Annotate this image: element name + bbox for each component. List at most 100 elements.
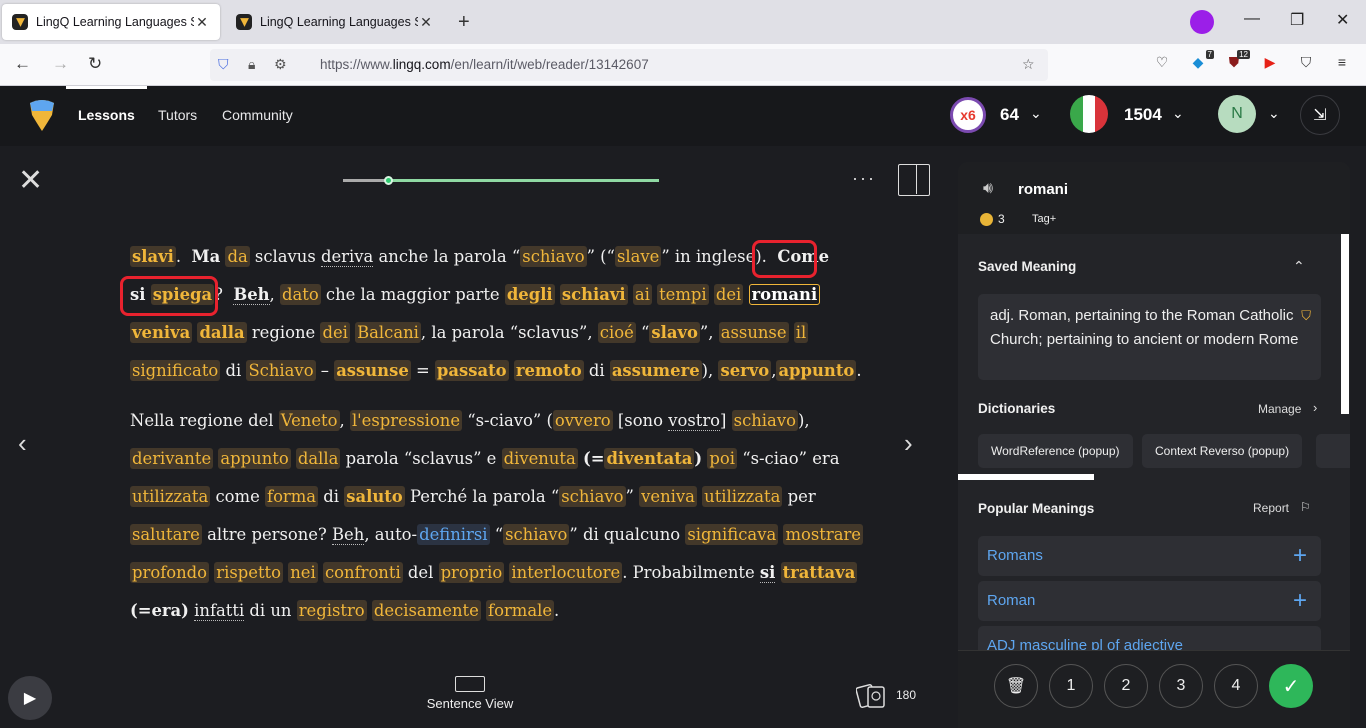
word[interactable]: significava <box>685 524 779 545</box>
word[interactable]: utilizzata <box>130 486 211 507</box>
level-3-button[interactable]: 3 <box>1159 664 1203 708</box>
level-2-button[interactable]: 2 <box>1104 664 1148 708</box>
word[interactable]: definirsi <box>417 524 490 545</box>
selected-word[interactable]: romani <box>748 284 821 305</box>
word[interactable]: slavo <box>649 322 700 343</box>
level-4-button[interactable]: 4 <box>1214 664 1258 708</box>
delete-icon[interactable]: 🗑︎ <box>994 664 1038 708</box>
add-tag-button[interactable]: Tag+ <box>1032 213 1056 225</box>
next-page-icon[interactable]: › <box>904 428 913 459</box>
chevron-down-icon[interactable]: ⌄ <box>1030 105 1042 122</box>
chevron-down-icon[interactable]: ⌄ <box>1172 105 1184 122</box>
word[interactable]: schiavi <box>559 284 628 305</box>
progress-handle[interactable] <box>384 176 393 185</box>
word[interactable]: diventata <box>604 448 695 469</box>
word[interactable]: (= <box>583 449 605 468</box>
word[interactable]: derivante <box>130 448 214 469</box>
manage-dictionaries-link[interactable]: Manage <box>1258 402 1301 416</box>
word[interactable]: dato <box>279 284 321 305</box>
more-options-icon[interactable]: ··· <box>852 168 876 189</box>
word[interactable]: formale <box>486 600 555 621</box>
saved-meaning-field[interactable]: adj. Roman, pertaining to the Roman Cath… <box>978 294 1321 380</box>
dictionary-chip[interactable] <box>1316 434 1350 468</box>
chevron-right-icon[interactable]: › <box>1313 400 1317 415</box>
streak-badge[interactable]: x6 <box>950 97 986 133</box>
word[interactable]: poi <box>707 448 738 469</box>
italian-flag-icon[interactable] <box>1070 95 1108 133</box>
word[interactable]: dei <box>320 322 350 343</box>
word[interactable]: forma <box>265 486 319 507</box>
word[interactable]: confronti <box>322 562 403 583</box>
word[interactable]: Beh <box>332 525 365 545</box>
word[interactable]: vostro <box>668 411 721 431</box>
close-window-button[interactable]: ✕ <box>1336 10 1349 30</box>
browser-tab-2[interactable]: LingQ Learning Languages Simp ✕ <box>226 4 444 40</box>
reload-icon[interactable]: ↻ <box>88 55 102 73</box>
word[interactable]: assumere <box>609 360 702 381</box>
word[interactable]: dalla <box>197 322 247 343</box>
word[interactable]: veniva <box>130 322 193 343</box>
word[interactable]: degli <box>504 284 555 305</box>
bookmark-star-icon[interactable]: ☆ <box>1022 56 1035 73</box>
word[interactable]: dei <box>713 284 744 305</box>
word[interactable]: slavi <box>130 246 176 267</box>
chevron-up-icon[interactable]: ⌃ <box>1293 258 1305 275</box>
panel-toggle-icon[interactable] <box>898 164 930 196</box>
word[interactable]: salutare <box>130 524 202 545</box>
word[interactable]: trattava <box>780 562 858 583</box>
dictionary-chip[interactable]: WordReference (popup) <box>978 434 1133 468</box>
flag-icon[interactable]: ⚐ <box>1300 500 1311 514</box>
word[interactable]: tempi <box>657 284 709 305</box>
word[interactable]: schiavo <box>559 486 626 507</box>
word[interactable]: nei <box>288 562 318 583</box>
word[interactable]: Veneto <box>278 410 340 431</box>
word[interactable]: servo <box>718 360 772 381</box>
previous-page-icon[interactable]: ‹ <box>18 428 27 459</box>
word[interactable]: schiavo <box>520 246 587 267</box>
word[interactable]: appunto <box>218 448 291 469</box>
word[interactable]: assunse <box>718 322 789 343</box>
level-1-button[interactable]: 1 <box>1049 664 1093 708</box>
word[interactable]: appunto <box>776 360 857 381</box>
word[interactable]: il <box>793 322 809 343</box>
lingq-extension-icon[interactable]: ⛉ <box>1296 54 1316 74</box>
word[interactable]: assunse <box>334 360 411 381</box>
back-icon[interactable]: ← <box>14 55 31 73</box>
dictionary-chip[interactable]: Context Reverso (popup) <box>1142 434 1303 468</box>
word[interactable]: ovvero <box>552 410 613 431</box>
url-bar[interactable]: ⛉ 🔒︎ ⚙ https://www.lingq.com/en/learn/it… <box>210 49 1048 81</box>
speaker-icon[interactable]: 🔊︎ <box>983 180 993 198</box>
word[interactable]: significato <box>130 360 221 381</box>
word[interactable]: Balcani <box>355 322 421 343</box>
close-icon[interactable]: ✕ <box>418 14 434 31</box>
nav-lessons[interactable]: Lessons <box>66 86 147 123</box>
word[interactable]: registro <box>296 600 367 621</box>
exit-lesson-button[interactable]: ⇲ <box>1300 95 1340 135</box>
word[interactable]: passato <box>434 360 509 381</box>
flashcards-icon[interactable] <box>856 682 890 710</box>
chevron-down-icon[interactable]: ⌄ <box>1268 105 1280 122</box>
browser-tab-1[interactable]: LingQ Learning Languages Simp ✕ <box>2 4 220 40</box>
word[interactable]: interlocutore <box>509 562 623 583</box>
dictionaries-scrollbar[interactable] <box>958 474 1094 480</box>
nav-community[interactable]: Community <box>222 107 293 123</box>
permissions-icon[interactable]: ⚙ <box>274 56 287 73</box>
word[interactable]: utilizzata <box>702 486 783 507</box>
report-link[interactable]: Report <box>1253 501 1289 515</box>
word[interactable]: Beh <box>233 285 270 305</box>
word[interactable]: deriva <box>320 247 374 267</box>
minimize-button[interactable]: — <box>1244 10 1260 28</box>
play-audio-button[interactable]: ▶ <box>8 676 52 720</box>
popular-meaning[interactable]: Roman + <box>978 581 1321 621</box>
word[interactable]: infatti <box>194 601 245 621</box>
ublock-icon[interactable]: ⛊ 12 <box>1224 50 1250 74</box>
word[interactable]: ai <box>632 284 652 305</box>
word[interactable]: schiavo <box>731 410 798 431</box>
restore-button[interactable]: ❐ <box>1290 10 1304 30</box>
word[interactable]: schiavo <box>503 524 570 545</box>
word[interactable]: dalla <box>295 448 341 469</box>
forward-icon[interactable]: → <box>52 55 69 73</box>
popular-meaning[interactable]: Romans + <box>978 536 1321 576</box>
word[interactable]: proprio <box>438 562 505 583</box>
nav-tutors[interactable]: Tutors <box>158 107 197 123</box>
